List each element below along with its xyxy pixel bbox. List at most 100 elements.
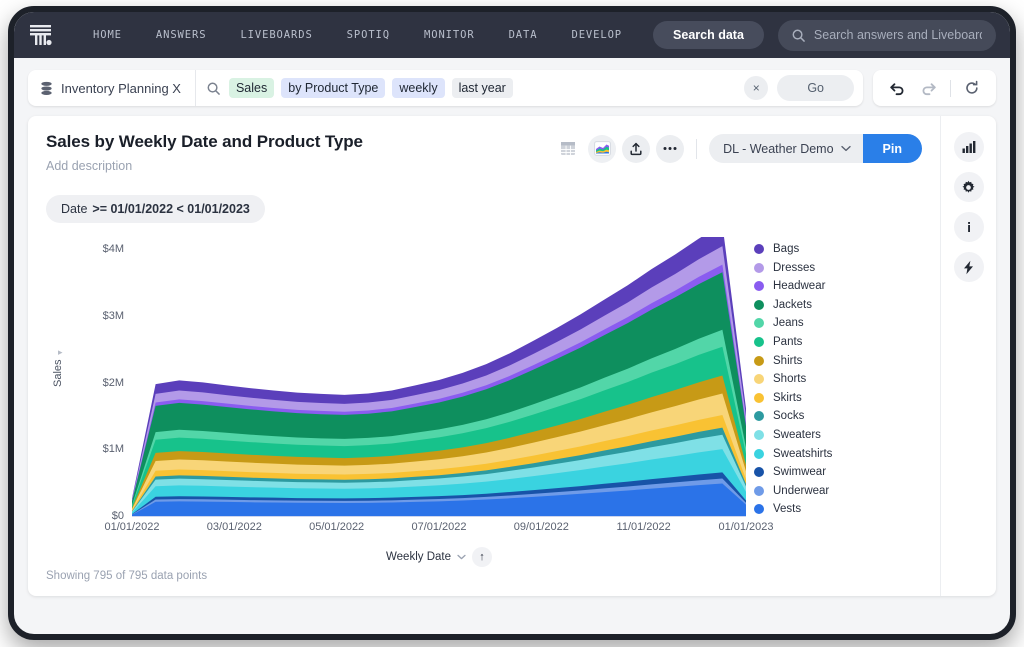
filter-chip-prefix: Date [61, 202, 88, 216]
answer-actions: DL - Weather Demo Pin [554, 132, 922, 163]
info-icon[interactable] [953, 212, 984, 242]
database-icon [41, 81, 52, 95]
thoughtspot-logo-icon[interactable] [24, 20, 58, 50]
search-tokens: Sales by Product Type weekly last year [196, 78, 744, 98]
history-toolbar [873, 70, 996, 106]
go-button[interactable]: Go [777, 75, 854, 101]
search-token-last-year[interactable]: last year [451, 78, 513, 98]
legend-item-jeans[interactable]: Jeans [754, 317, 916, 329]
more-horizontal-icon[interactable] [656, 134, 685, 163]
legend-item-dresses[interactable]: Dresses [754, 262, 916, 274]
stacked-area-chart[interactable] [132, 224, 746, 517]
legend-label: Headwear [773, 280, 826, 293]
x-axis-line [132, 516, 746, 517]
x-axis-tick: 09/01/2022 [513, 521, 569, 533]
legend-item-jackets[interactable]: Jackets [754, 299, 916, 311]
date-filter-chip[interactable]: Date >= 01/01/2022 < 01/01/2023 [46, 195, 265, 223]
legend-label: Skirts [773, 391, 802, 404]
y-axis-title: Sales [52, 359, 64, 387]
legend-label: Jackets [773, 298, 812, 311]
nav-link-develop[interactable]: DEVELOP [554, 23, 639, 47]
nav-link-answers[interactable]: ANSWERS [139, 23, 224, 47]
area-chart-view-icon[interactable] [588, 134, 617, 163]
search-token-weekly[interactable]: weekly [392, 78, 445, 98]
legend-item-sweatshirts[interactable]: Sweatshirts [754, 448, 916, 460]
nav-link-home[interactable]: HOME [76, 23, 139, 47]
chevron-down-icon[interactable] [457, 554, 466, 560]
legend-color-swatch [754, 336, 764, 347]
legend-color-swatch [754, 392, 764, 403]
x-axis-ticks: 01/01/2022 03/01/2022 05/01/2022 07/01/2022… [104, 521, 773, 541]
global-search-placeholder: Search answers and Liveboards [813, 28, 982, 42]
answer-header: Sales by Weekly Date and Product Type Ad… [46, 132, 922, 173]
x-axis-tick: 11/01/2022 [616, 521, 671, 533]
nav-link-data[interactable]: DATA [492, 23, 555, 47]
search-token-sales[interactable]: Sales [228, 78, 275, 98]
add-description-link[interactable]: Add description [46, 159, 554, 173]
legend-item-headwear[interactable]: Headwear [754, 280, 916, 292]
nav-link-monitor[interactable]: MONITOR [407, 23, 492, 47]
legend-label: Underwear [773, 484, 830, 497]
legend-label: Dresses [773, 261, 816, 274]
legend-color-swatch [754, 281, 764, 292]
legend-color-swatch [754, 448, 764, 459]
nav-links: HOME ANSWERS LIVEBOARDS SPOTIQ MONITOR D… [76, 23, 639, 47]
gear-icon[interactable] [953, 172, 984, 202]
chart-plot-area[interactable] [132, 224, 746, 517]
redo-arrow-icon[interactable] [915, 75, 943, 101]
reset-circle-icon[interactable] [958, 75, 986, 101]
search-data-button[interactable]: Search data [653, 21, 764, 49]
x-axis-tick: 01/01/2022 [104, 521, 160, 533]
legend-item-sweaters[interactable]: Sweaters [754, 429, 916, 441]
global-search-input[interactable]: Search answers and Liveboards [777, 19, 996, 51]
nav-link-spotiq[interactable]: SPOTIQ [330, 23, 407, 47]
legend-item-vests[interactable]: Vests [754, 503, 916, 515]
pin-button[interactable]: Pin [862, 134, 922, 163]
legend-color-swatch [754, 318, 764, 329]
legend-color-swatch [754, 467, 764, 478]
data-points-footnote: Showing 795 of 795 data points [46, 570, 208, 582]
legend-item-bags[interactable]: Bags [754, 243, 916, 255]
search-bar: Inventory Planning X Sales by Product Ty… [28, 70, 863, 106]
legend-color-swatch [754, 429, 764, 440]
clear-search-button[interactable]: × [744, 76, 769, 100]
legend-item-shorts[interactable]: Shorts [754, 373, 916, 385]
liveboard-selector[interactable]: DL - Weather Demo [709, 134, 863, 163]
legend-color-swatch [754, 411, 764, 422]
chart-legend: Bags Dresses Headwear Jackets Jeans Pants Shir… [754, 243, 916, 515]
sort-ascending-button[interactable]: ↑ [471, 547, 492, 567]
share-upload-icon[interactable] [622, 134, 651, 163]
top-navigation-bar: HOME ANSWERS LIVEBOARDS SPOTIQ MONITOR D… [14, 12, 1010, 58]
legend-item-shirts[interactable]: Shirts [754, 355, 916, 367]
bar-chart-icon[interactable] [953, 132, 984, 162]
nav-link-liveboards[interactable]: LIVEBOARDS [223, 23, 329, 47]
y-axis-ticks: $0 $1M $2M $3M $4M [68, 237, 124, 522]
action-divider [696, 138, 698, 159]
legend-label: Socks [773, 410, 805, 423]
y-axis-tick: $2M [102, 376, 124, 389]
toolbar-divider [950, 79, 951, 97]
legend-item-swimwear[interactable]: Swimwear [754, 466, 916, 478]
legend-item-skirts[interactable]: Skirts [754, 392, 916, 404]
legend-label: Jeans [773, 317, 804, 330]
legend-item-pants[interactable]: Pants [754, 336, 916, 348]
answer-side-toolbar [940, 116, 996, 596]
legend-item-underwear[interactable]: Underwear [754, 485, 916, 497]
legend-label: Vests [773, 503, 802, 516]
legend-color-swatch [754, 504, 764, 515]
data-source-selector[interactable]: Inventory Planning X [28, 70, 196, 106]
legend-item-socks[interactable]: Socks [754, 410, 916, 422]
liveboard-label: DL - Weather Demo [723, 141, 834, 156]
legend-label: Pants [773, 335, 803, 348]
pin-control-group: DL - Weather Demo Pin [709, 134, 922, 163]
table-view-icon[interactable] [554, 135, 582, 163]
legend-color-swatch [754, 244, 764, 254]
legend-color-swatch [754, 374, 764, 385]
undo-arrow-icon[interactable] [883, 75, 911, 101]
lightning-bolt-icon[interactable] [953, 252, 984, 282]
search-bar-actions: × Go [744, 75, 863, 101]
search-token-by-product-type[interactable]: by Product Type [281, 78, 386, 98]
search-bar-row: Inventory Planning X Sales by Product Ty… [14, 58, 1010, 116]
app-window: HOME ANSWERS LIVEBOARDS SPOTIQ MONITOR D… [8, 6, 1016, 640]
x-axis-tick: 01/01/2023 [718, 521, 774, 533]
